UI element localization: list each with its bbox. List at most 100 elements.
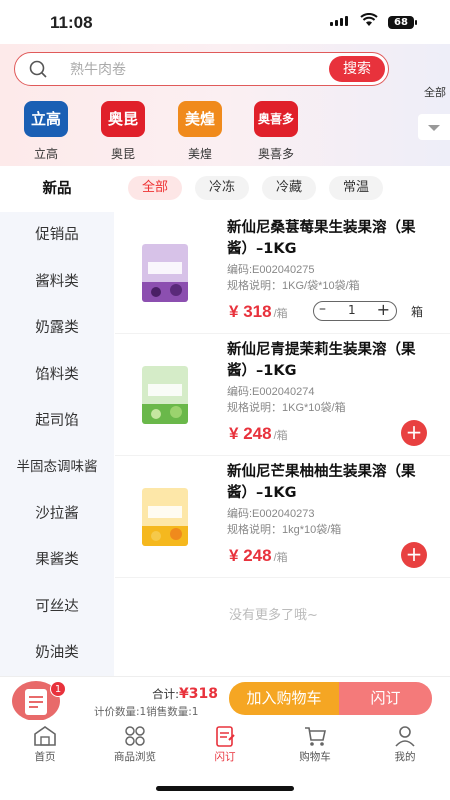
total-value: ¥318 [179, 686, 218, 702]
product-price: ¥ 248/箱 [229, 546, 288, 565]
sidebar-item[interactable]: 新品 [0, 166, 114, 213]
product-price: ¥ 248/箱 [229, 424, 288, 443]
tab-label: 购物车 [299, 751, 331, 763]
price-unit: /箱 [273, 308, 288, 320]
brand-item-ligao[interactable]: 立高 立高 [16, 101, 76, 162]
product-image[interactable] [142, 488, 188, 546]
status-bar: 11:08 68 [0, 0, 450, 44]
product-image[interactable] [142, 244, 188, 302]
price-value: 248 [243, 546, 272, 565]
sidebar-item[interactable]: 起司馅 [0, 398, 114, 444]
sidebar-item[interactable]: 奶露类 [0, 305, 114, 351]
quantity-unit: 箱 [411, 305, 424, 319]
sidebar-item[interactable]: 可丝达 [0, 584, 114, 630]
add-to-cart-button[interactable]: + [401, 420, 427, 446]
filter-chip-chilled[interactable]: 冷藏 [262, 176, 317, 200]
product-list: 新仙尼桑葚莓果生装果溶（果酱）–1KG 编码:E002040275 规格说明：1… [115, 212, 450, 578]
home-indicator [156, 786, 294, 791]
price-unit: /箱 [273, 552, 288, 564]
filter-chip-all[interactable]: 全部 [128, 176, 183, 200]
cart-total: 合计:¥318 [140, 686, 218, 702]
product-price: ¥ 318/箱 [229, 302, 288, 321]
cart-count-badge: 1 [50, 681, 66, 697]
product-name: 新仙尼芒果柚柚生装果溶（果酱）–1KG [227, 464, 416, 501]
brand-logo: 奥喜多 [254, 101, 298, 137]
cart-counts: 计价数量:1销售数量:1 [94, 706, 199, 718]
brand-item-aokun[interactable]: 奥昆 奥昆 [93, 101, 153, 162]
sidebar-item[interactable]: 酱料类 [0, 259, 114, 305]
temperature-filters: 全部 冷冻 冷藏 常温 [128, 176, 384, 200]
sidebar-item[interactable]: 馅料类 [0, 352, 114, 398]
sidebar-item[interactable]: 促销品 [0, 212, 114, 258]
flash-order-button[interactable]: 闪订 [339, 682, 432, 715]
cart-bar: 1 合计:¥318 计价数量:1销售数量:1 加入购物车 闪订 [0, 676, 450, 721]
product-item[interactable]: 新仙尼桑葚莓果生装果溶（果酱）–1KG 编码:E002040275 规格说明：1… [115, 212, 450, 334]
bottom-tab-bar: 首页 商品浏览 闪订 购物车 我的 [0, 720, 450, 772]
product-spec: 规格说明：1KG/袋*10袋/箱 [227, 280, 360, 292]
brand-item-meihuang[interactable]: 美煌 美煌 [170, 101, 230, 162]
order-list-icon [25, 689, 47, 715]
product-spec: 规格说明：1kg*10袋/箱 [227, 524, 342, 536]
price-unit: /箱 [273, 430, 288, 442]
brand-list: 立高 立高 奥昆 奥昆 美煌 美煌 奥喜多 奥喜多 [0, 101, 410, 161]
quantity-value[interactable]: 1 [348, 303, 356, 317]
brand-logo: 奥昆 [101, 101, 145, 137]
tab-label: 我的 [394, 751, 416, 763]
tab-label: 首页 [34, 751, 56, 763]
product-item[interactable]: 新仙尼青提茉莉生装果溶（果酱）–1KG 编码:E002040274 规格说明：1… [115, 334, 450, 456]
increase-button[interactable]: + [377, 300, 390, 319]
quantity-stepper: – 1 + [313, 300, 397, 321]
total-label: 合计: [152, 687, 180, 701]
decrease-button[interactable]: – [319, 301, 326, 317]
product-code: 编码:E002040273 [227, 508, 315, 520]
brand-item-aoxiduo[interactable]: 奥喜多 奥喜多 [246, 101, 306, 162]
user-icon [395, 726, 415, 747]
product-item[interactable]: 新仙尼芒果柚柚生装果溶（果酱）–1KG 编码:E002040273 规格说明：1… [115, 456, 450, 578]
tab-home[interactable]: 首页 [5, 724, 85, 764]
filter-chip-frozen[interactable]: 冷冻 [195, 176, 250, 200]
cellular-signal-icon [330, 16, 348, 26]
search-input[interactable] [70, 59, 310, 81]
home-icon [34, 726, 56, 746]
expand-brands-button[interactable] [418, 114, 450, 140]
brand-logo: 美煌 [178, 101, 222, 137]
tab-label: 闪订 [214, 751, 236, 763]
add-to-cart-main-button[interactable]: 加入购物车 [229, 682, 339, 715]
brand-logo: 立高 [24, 101, 68, 137]
product-name: 新仙尼青提茉莉生装果溶（果酱）–1KG [227, 342, 416, 379]
add-to-cart-button[interactable]: + [401, 542, 427, 568]
wifi-icon [360, 13, 378, 26]
brand-label: 奥昆 [110, 147, 135, 161]
brand-label: 奥喜多 [257, 147, 294, 161]
product-spec: 规格说明：1KG*10袋/箱 [227, 402, 346, 414]
battery-indicator: 68 [388, 16, 417, 29]
grid-icon [125, 726, 145, 746]
search-bar[interactable]: 搜索 [14, 52, 389, 86]
search-button[interactable]: 搜索 [329, 56, 385, 82]
tab-profile[interactable]: 我的 [365, 724, 445, 764]
tab-label: 商品浏览 [114, 751, 156, 763]
status-time: 11:08 [50, 13, 93, 32]
all-brands-label: 全部 [424, 86, 446, 99]
product-code: 编码:E002040275 [227, 264, 315, 276]
cart-icon [305, 727, 326, 746]
sidebar-item[interactable]: 果酱类 [0, 537, 114, 583]
filter-chip-ambient[interactable]: 常温 [329, 176, 384, 200]
product-image[interactable] [142, 366, 188, 424]
sidebar-item[interactable]: 奶油类 [0, 630, 114, 676]
sidebar-item[interactable]: 沙拉酱 [0, 491, 114, 537]
price-value: 248 [243, 424, 272, 443]
brand-label: 立高 [33, 147, 58, 161]
order-icon [216, 726, 235, 747]
search-icon [29, 60, 47, 78]
price-value: 318 [243, 302, 272, 321]
tab-flash-order[interactable]: 闪订 [185, 724, 265, 764]
tab-cart[interactable]: 购物车 [275, 724, 355, 764]
category-sidebar: 新品 促销品 酱料类 奶露类 馅料类 起司馅 半固态调味酱 沙拉酱 果酱类 可丝… [0, 166, 114, 676]
no-more-hint: 没有更多了哦~ [229, 608, 318, 623]
tab-browse[interactable]: 商品浏览 [95, 724, 175, 764]
sidebar-item[interactable]: 半固态调味酱 [0, 444, 114, 490]
header: 搜索 立高 立高 奥昆 奥昆 美煌 美煌 奥喜多 奥喜多 全部 [0, 44, 450, 166]
product-code: 编码:E002040274 [227, 386, 315, 398]
product-name: 新仙尼桑葚莓果生装果溶（果酱）–1KG [227, 220, 416, 257]
